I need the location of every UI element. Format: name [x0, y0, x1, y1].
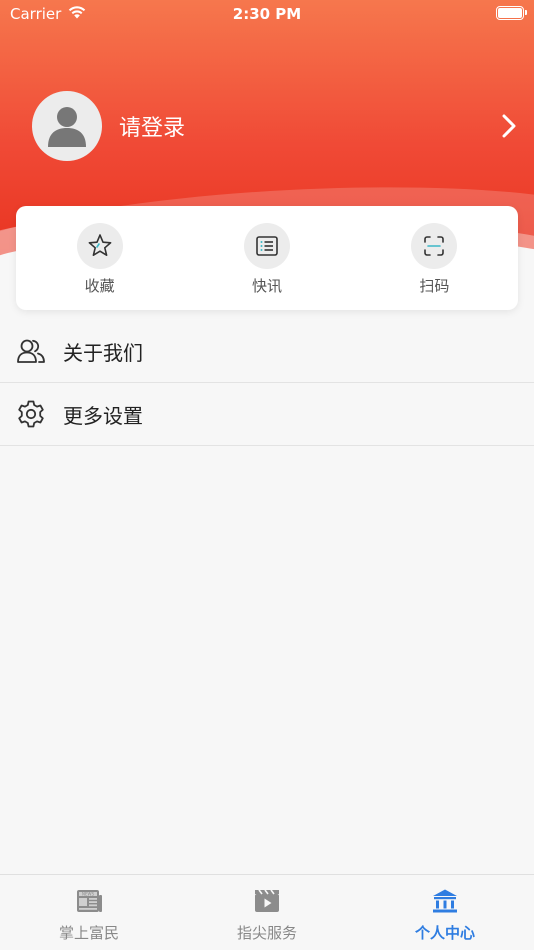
scan-icon: [411, 223, 458, 269]
battery-icon: [496, 6, 527, 20]
tab-label: 掌上富民: [58, 924, 119, 942]
login-entry[interactable]: 请登录: [32, 91, 185, 161]
quick-action-news[interactable]: 快讯: [183, 206, 350, 310]
gear-icon: [16, 399, 46, 429]
svg-text:NEWS: NEWS: [82, 891, 94, 896]
status-bar: Carrier 2:30 PM: [0, 0, 534, 28]
quick-actions-card: 收藏 快讯 扫码: [16, 206, 518, 310]
menu-item-about-us[interactable]: 关于我们: [0, 320, 534, 383]
quick-action-scan[interactable]: 扫码: [351, 206, 518, 310]
quick-action-favorites[interactable]: 收藏: [16, 206, 183, 310]
tab-label: 个人中心: [414, 924, 475, 942]
users-icon: [16, 336, 46, 366]
quick-action-label: 收藏: [84, 277, 115, 295]
menu-item-label: 关于我们: [63, 340, 143, 365]
tab-personal-center[interactable]: 个人中心: [356, 875, 534, 950]
profile-screen: Carrier 2:30 PM 请登录 收藏 快讯 扫码 关于我们 更多设置 N…: [0, 0, 534, 950]
tab-services[interactable]: 指尖服务: [178, 875, 356, 950]
bank-icon: [431, 888, 459, 918]
quick-action-label: 扫码: [419, 277, 450, 295]
avatar: [32, 91, 102, 161]
tab-home[interactable]: NEWS 掌上富民: [0, 875, 178, 950]
clock: 2:30 PM: [232, 5, 302, 23]
newspaper-icon: NEWS: [75, 888, 103, 918]
tab-bar: NEWS 掌上富民 指尖服务 个人中心: [0, 874, 534, 950]
settings-menu: 关于我们 更多设置: [0, 320, 534, 446]
login-prompt: 请登录: [119, 116, 186, 141]
video-icon: [253, 888, 281, 918]
list-icon: [243, 223, 290, 269]
menu-item-more-settings[interactable]: 更多设置: [0, 383, 534, 446]
tab-label: 指尖服务: [236, 924, 297, 942]
star-icon: [76, 223, 123, 269]
user-avatar-icon: [48, 107, 86, 147]
menu-item-label: 更多设置: [63, 403, 143, 428]
quick-action-label: 快讯: [251, 277, 282, 295]
chevron-right-icon[interactable]: [502, 113, 516, 143]
